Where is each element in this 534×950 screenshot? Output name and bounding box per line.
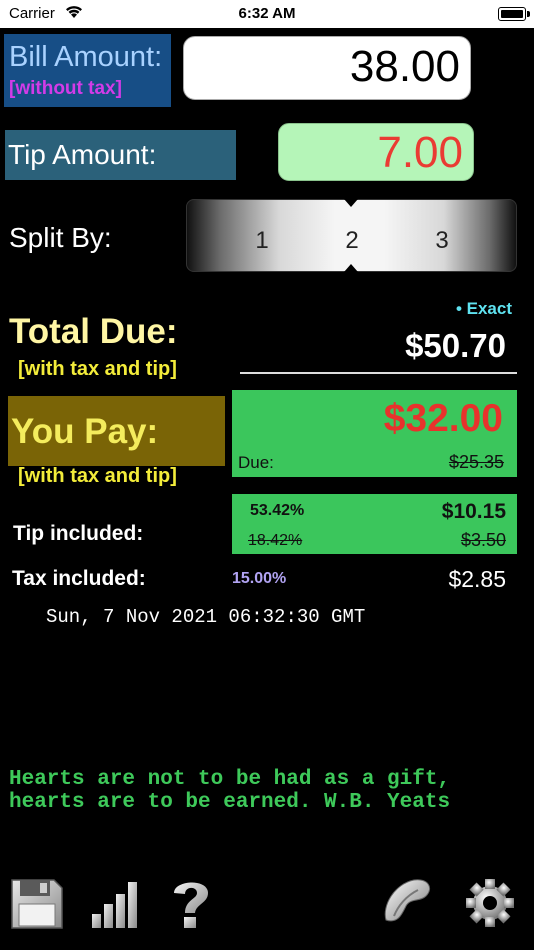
- due-label: Due:: [238, 453, 274, 472]
- stats-icon[interactable]: [88, 876, 142, 930]
- tip-included-old-amount: $3.50: [460, 530, 506, 550]
- you-pay-label: You Pay:: [11, 412, 159, 451]
- tip-included-percent: 53.42%: [250, 502, 305, 519]
- help-icon[interactable]: [164, 876, 218, 930]
- you-pay-value: $32.00: [383, 397, 503, 440]
- status-time: 6:32 AM: [238, 5, 296, 22]
- battery-icon: [498, 7, 530, 21]
- tip-amount-input[interactable]: 7.00: [278, 123, 474, 181]
- tip-included-amount: $10.15: [441, 500, 506, 523]
- split-by-label: Split By:: [9, 222, 112, 253]
- bill-amount-label: Bill Amount:: [9, 41, 163, 73]
- you-pay-sublabel: [with tax and tip]: [18, 465, 177, 487]
- split-option-1[interactable]: 1: [247, 227, 277, 255]
- bill-amount-input[interactable]: 38.00: [183, 36, 471, 100]
- split-picker[interactable]: 1 2 3: [186, 199, 517, 272]
- timestamp: Sun, 7 Nov 2021 06:32:30 GMT: [46, 606, 366, 628]
- split-indicator-bottom: [344, 264, 358, 272]
- total-due-value: $50.70: [405, 327, 506, 364]
- total-due-divider: [240, 372, 517, 374]
- status-bar: Carrier 6:32 AM: [0, 0, 534, 28]
- split-option-3[interactable]: 3: [427, 227, 457, 255]
- total-due-sublabel: [with tax and tip]: [18, 358, 177, 380]
- save-icon[interactable]: [10, 876, 64, 930]
- exact-mode-toggle[interactable]: • Exact: [456, 299, 512, 319]
- settings-icon[interactable]: [463, 876, 517, 930]
- tip-amount-value: 7.00: [377, 128, 463, 177]
- quote: Hearts are not to be had as a gift, hear…: [9, 768, 450, 814]
- tax-included-percent: 15.00%: [232, 570, 287, 587]
- quote-line-2: hearts are to be earned. W.B. Yeats: [9, 791, 451, 814]
- tip-included-label: Tip included:: [13, 522, 144, 545]
- tax-included-amount: $2.85: [448, 566, 506, 592]
- bill-amount-value: 38.00: [349, 42, 460, 91]
- tip-amount-label: Tip Amount:: [8, 139, 157, 170]
- split-option-2[interactable]: 2: [337, 227, 367, 255]
- tax-included-label: Tax included:: [12, 567, 146, 590]
- fortune-cookie-icon[interactable]: [380, 876, 434, 930]
- tip-included-panel: 53.42% $10.15 18.42% $3.50: [232, 494, 517, 554]
- bill-amount-sublabel: [without tax]: [9, 78, 122, 99]
- you-pay-panel: $32.00 Due: $25.35: [232, 390, 517, 477]
- tip-included-old-percent: 18.42%: [248, 532, 303, 549]
- due-value: $25.35: [448, 452, 504, 472]
- quote-line-1: Hearts are not to be had as a gift,: [9, 768, 451, 791]
- split-indicator-top: [344, 199, 358, 207]
- total-due-label: Total Due:: [9, 312, 178, 351]
